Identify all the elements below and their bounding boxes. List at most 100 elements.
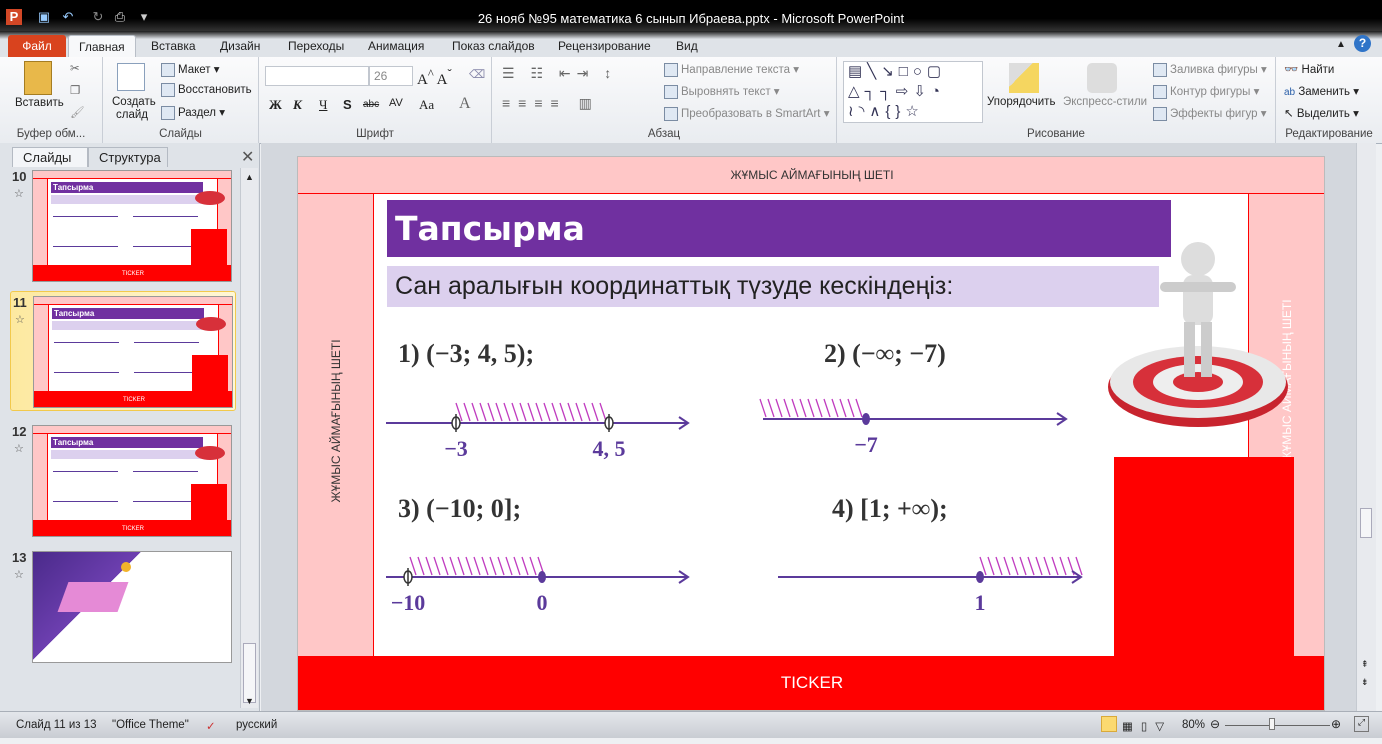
shapes-gallery[interactable]: ▤╲↘□○▢ △┐┐⇨⇩◔ ≀◝∧{}☆ <box>843 61 983 123</box>
point-label: 0 <box>537 590 548 615</box>
slide-number: 13 <box>12 550 27 565</box>
shadow-button[interactable]: S <box>343 97 352 112</box>
previous-slide-icon[interactable]: ⇞ <box>1361 659 1369 670</box>
minimize-ribbon-icon[interactable]: ▲ <box>1336 39 1346 50</box>
tab-home[interactable]: Главная <box>68 35 136 58</box>
zoom-out-icon[interactable]: ⊖ <box>1210 717 1220 731</box>
change-case-button[interactable]: Aa <box>419 97 434 113</box>
quick-styles-icon[interactable] <box>1087 63 1117 93</box>
align-buttons-icon[interactable]: ≡≡≡≡ ▥ <box>502 95 600 112</box>
shape-fill-button: Заливка фигуры ▾ <box>1153 62 1267 77</box>
italic-button[interactable]: К <box>293 97 302 113</box>
thumbnail-preview[interactable]: Тапсырма TICKER <box>33 296 233 408</box>
paragraph-group: ☰ ☷ ⇤⇥ ↕ ≡≡≡≡ ▥ Направление текста ▾ Выр… <box>492 57 837 143</box>
outline-icon <box>1153 84 1167 99</box>
view-buttons-icon[interactable]: ▦▯▽ <box>1122 719 1172 733</box>
tab-review[interactable]: Рецензирование <box>548 35 661 58</box>
scroll-up-icon[interactable]: ▲ <box>241 172 258 182</box>
normal-view-icon[interactable] <box>1101 716 1117 732</box>
reset-label[interactable]: Восстановить <box>178 84 252 96</box>
clear-format-icon[interactable]: ⌫ <box>469 67 485 81</box>
scroll-thumb[interactable] <box>243 643 256 703</box>
thumbnail-ticker: TICKER <box>33 265 231 281</box>
slide-scrollbar[interactable]: ⇞ ⇟ <box>1356 143 1376 711</box>
slide-thumbnail[interactable]: 10 ☆ Тапсырма TICKER <box>10 166 236 286</box>
scroll-thumb[interactable] <box>1360 508 1372 538</box>
font-name-input[interactable] <box>265 66 369 86</box>
tab-animation[interactable]: Анимация <box>358 35 434 58</box>
section-label[interactable]: Раздел <box>178 107 216 119</box>
shape-fill-label[interactable]: Заливка фигуры <box>1170 64 1258 76</box>
scroll-down-icon[interactable]: ▼ <box>241 696 258 706</box>
tab-slideshow[interactable]: Показ слайдов <box>442 35 545 58</box>
tab-view[interactable]: Вид <box>666 35 708 58</box>
spellcheck-icon[interactable]: ✓ <box>206 719 216 733</box>
problem-label: 4) [1; +∞); <box>832 494 948 523</box>
slide-thumbnail[interactable]: 11 ☆ Тапсырма TICKER <box>10 291 236 411</box>
hatch-mark <box>425 556 433 576</box>
thumbnail-preview[interactable]: Тапсырма TICKER <box>32 425 232 537</box>
tab-insert[interactable]: Вставка <box>141 35 206 58</box>
slide-thumbnail[interactable]: 12 ☆ Тапсырма TICKER <box>10 421 236 541</box>
strikethrough-button[interactable]: abc <box>363 99 379 110</box>
tab-transitions[interactable]: Переходы <box>278 35 354 58</box>
next-slide-icon[interactable]: ⇟ <box>1361 677 1369 688</box>
theme-name[interactable]: "Office Theme" <box>112 719 189 731</box>
new-slide-button[interactable]: Создать <box>112 96 156 108</box>
hatch-mark <box>457 556 465 576</box>
cut-icon[interactable]: ✂ <box>70 61 80 75</box>
arrange-button[interactable]: Упорядочить <box>987 96 1055 108</box>
hatch-mark <box>559 402 567 422</box>
list-buttons-icon[interactable]: ☰ ☷ ⇤⇥ ↕ <box>502 65 617 82</box>
font-size-input[interactable]: 26 <box>369 66 413 86</box>
panel-scrollbar[interactable]: ▲ ▼ <box>240 168 258 708</box>
tab-outline[interactable]: Структура <box>88 147 168 167</box>
tab-slides[interactable]: Слайды <box>12 147 88 167</box>
select-label[interactable]: Выделить <box>1297 108 1350 120</box>
paragraph-label: Абзац <box>647 128 681 140</box>
underline-button[interactable]: Ч <box>319 97 327 113</box>
close-panel-icon[interactable]: ✕ <box>241 147 254 167</box>
zoom-slider[interactable] <box>1225 725 1330 726</box>
quick-styles-button[interactable]: Экспресс-стили <box>1063 96 1147 108</box>
find-label[interactable]: Найти <box>1302 64 1335 76</box>
zoom-level[interactable]: 80% <box>1182 719 1205 731</box>
slide-thumbnail[interactable]: 13 ☆ <box>10 547 236 667</box>
fit-to-window-icon[interactable]: ⤢ <box>1354 716 1369 732</box>
shape-effects-label[interactable]: Эффекты фигур <box>1170 108 1258 120</box>
thumbnail-preview[interactable]: Тапсырма TICKER <box>32 170 232 282</box>
hatch-mark <box>465 556 473 576</box>
tab-file[interactable]: Файл <box>8 35 66 58</box>
grow-font-icon[interactable]: A^ Aˇ <box>417 67 452 89</box>
copy-icon[interactable]: ❐ <box>70 83 80 97</box>
thumbnail-preview[interactable] <box>32 551 232 663</box>
hatch-mark <box>417 556 425 576</box>
slide-number: 10 <box>12 169 27 184</box>
shape-outline-label[interactable]: Контур фигуры <box>1170 86 1250 98</box>
align-text-label[interactable]: Выровнять текст <box>681 86 771 98</box>
zoom-slider-thumb[interactable] <box>1269 718 1275 730</box>
replace-label[interactable]: Заменить <box>1298 86 1350 98</box>
char-spacing-button[interactable]: AV <box>389 97 403 109</box>
new-slide-icon[interactable] <box>117 63 145 91</box>
format-painter-icon[interactable]: 🖌 <box>70 105 85 119</box>
hatch-mark <box>473 556 481 576</box>
layout-label[interactable]: Макет <box>178 64 211 76</box>
paste-button[interactable]: Вставить <box>15 97 64 109</box>
language[interactable]: русский <box>236 719 277 731</box>
zoom-in-icon[interactable]: ⊕ <box>1331 717 1341 731</box>
hatch-mark <box>505 556 513 576</box>
help-icon[interactable]: ? <box>1354 35 1371 52</box>
smartart-label[interactable]: Преобразовать в SmartArt <box>681 108 821 120</box>
select-button: ↖ Выделить ▾ <box>1284 108 1359 120</box>
new-slide-button-line2[interactable]: слайд <box>116 109 148 121</box>
closed-point <box>538 571 546 583</box>
arrange-icon[interactable] <box>1009 63 1039 93</box>
text-direction-label[interactable]: Направление текста <box>681 64 790 76</box>
ribbon: Вставить ✂ ❐ 🖌 Буфер обм... Создать слай… <box>0 57 1382 144</box>
font-color-button[interactable]: A <box>459 95 471 113</box>
paste-icon[interactable] <box>24 61 52 95</box>
bold-button[interactable]: Ж <box>269 97 282 113</box>
slide-canvas[interactable]: ЖҰМЫС АЙМАҒЫНЫҢ ШЕТІ ЖҰМЫС АЙМАҒЫНЫҢ ШЕТ… <box>297 156 1325 711</box>
tab-design[interactable]: Дизайн <box>210 35 270 58</box>
